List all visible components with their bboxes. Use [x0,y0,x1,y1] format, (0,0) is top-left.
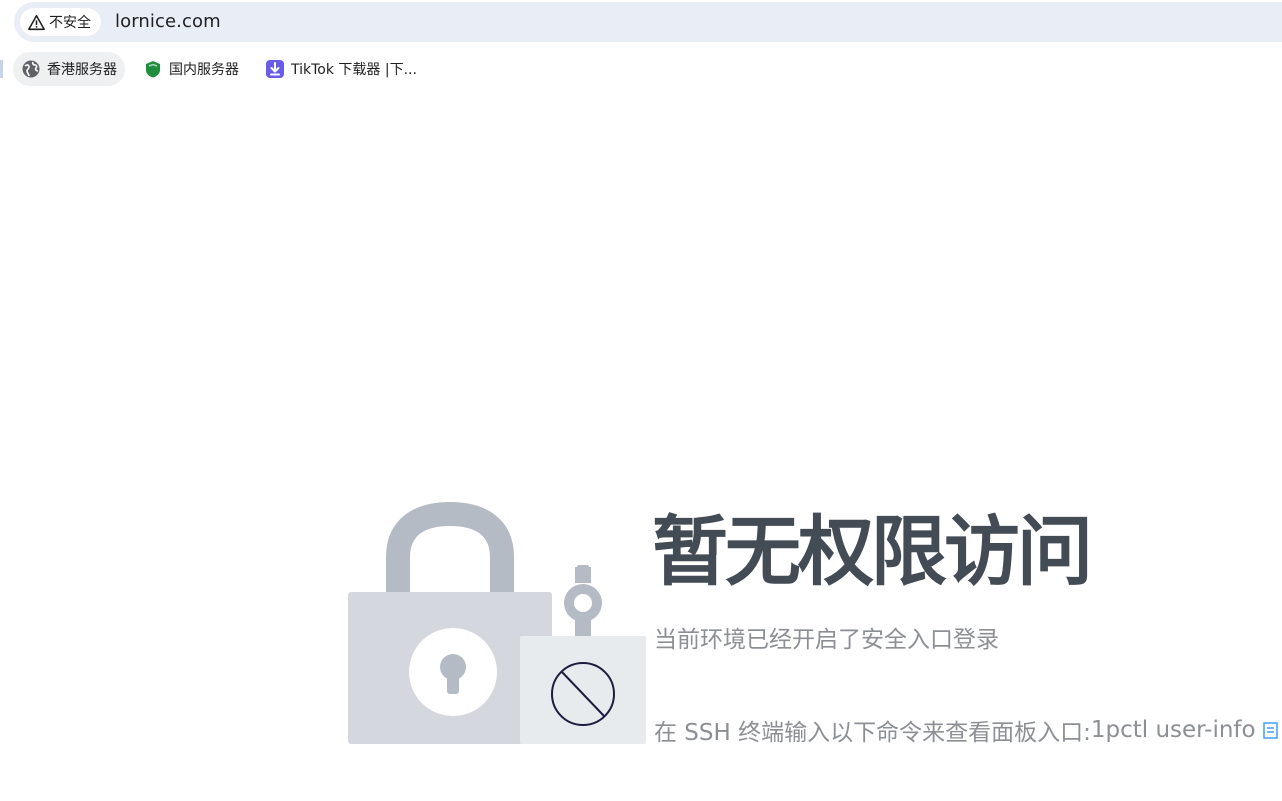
copy-icon[interactable] [1262,720,1280,740]
security-label: 不安全 [49,15,91,31]
lock-illustration [348,501,646,744]
bookmark-tiktok-downloader[interactable]: TikTok 下载器 |下... [265,52,417,86]
bookmark-label: TikTok 下载器 |下... [291,62,417,78]
download-icon [266,60,284,78]
green-shield-icon [146,61,160,78]
security-indicator[interactable]: 不安全 [20,8,101,36]
command-text: 1pctl user-info [1090,717,1256,743]
globe-icon [22,60,40,78]
command-prefix: 在 SSH 终端输入以下命令来查看面板入口: [654,720,1091,746]
page-title: 暂无权限访问 [652,507,1093,596]
blocked-card [520,636,646,744]
url-text[interactable]: lornice.com [115,11,221,32]
bookmark-cn-servers[interactable]: 国内服务器 [143,52,239,86]
address-bar[interactable]: 不安全 lornice.com [14,2,1282,42]
bookmarks-bar-edge [0,60,3,78]
padlock-shackle [386,501,514,595]
browser-chrome: 不安全 lornice.com 香港服务器 国内服务器 TikTok 下载器 |… [0,0,1282,90]
bookmark-label: 国内服务器 [169,62,239,78]
bookmark-label: 香港服务器 [47,62,117,78]
page-subtitle: 当前环境已经开启了安全入口登录 [654,627,999,653]
warning-icon [28,14,45,30]
bookmark-hk-servers[interactable]: 香港服务器 [13,52,125,86]
command-hint: 在 SSH 终端输入以下命令来查看面板入口: 1pctl user-info [654,713,1280,747]
